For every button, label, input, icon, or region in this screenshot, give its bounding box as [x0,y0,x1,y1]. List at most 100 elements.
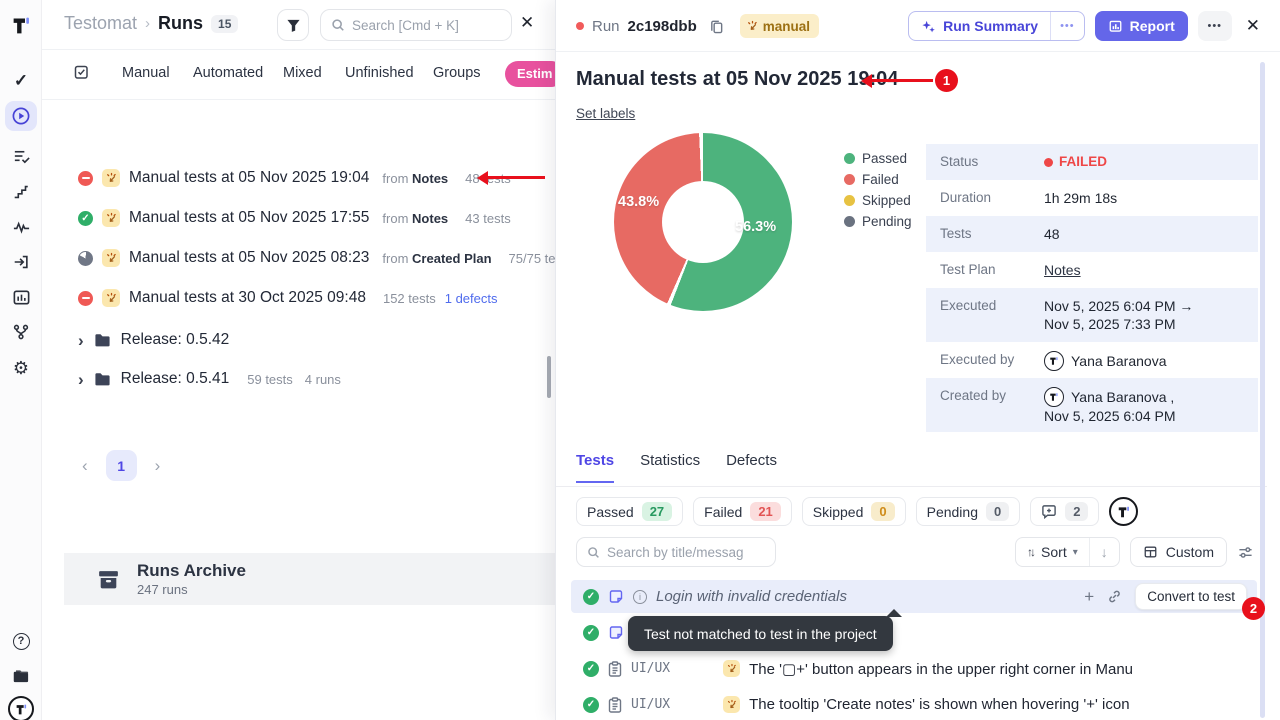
manual-run-icon [723,660,740,677]
tab-defects[interactable]: Defects [726,452,777,483]
page-next-icon[interactable]: › [151,456,165,476]
tests-search-box[interactable] [576,537,776,567]
runs-archive-bar[interactable]: Runs Archive 247 runs [64,553,555,605]
passed-check-icon: ✓ [583,697,599,713]
tab-statistics[interactable]: Statistics [640,452,700,483]
tests-toolbar: ↑↓ Sort ▾ ↓ Custom [556,537,1280,567]
sliders-settings-icon[interactable] [1237,545,1254,560]
activity-pulse-icon[interactable] [0,214,42,240]
executed-by-value: Yana Baranova [1044,342,1166,371]
folder-icon [94,372,111,387]
tab-mixed[interactable]: Mixed [283,65,322,81]
tab-groups[interactable]: Groups [433,65,481,81]
app-logo-icon[interactable] [0,12,42,38]
tab-manual[interactable]: Manual [122,65,170,81]
run-row[interactable]: ✓ Manual tests at 05 Nov 2025 17:55 from… [78,205,511,231]
close-panel-icon[interactable]: ✕ [1246,16,1260,36]
release-folder-row[interactable]: › Release: 0.5.41 59 tests 4 runs [78,367,341,391]
folder-runs-count: 4 runs [305,372,341,387]
tests-check-icon[interactable]: ✓ [0,68,42,94]
sort-button[interactable]: ↑↓ Sort ▾ [1016,538,1089,566]
chip-pending[interactable]: Pending0 [916,497,1021,526]
info-row-tests: Tests 48 [926,216,1258,252]
page-prev-icon[interactable]: ‹ [78,456,92,476]
manual-run-icon [102,209,120,227]
runs-search-box[interactable] [320,9,512,41]
left-panel-scrollbar[interactable] [547,356,551,398]
more-actions-button[interactable]: ••• [1198,11,1232,41]
status-failed-icon [78,171,93,186]
runs-play-icon[interactable] [0,103,42,129]
run-detail-header: Run 2c198dbb manual Run Summary ••• [556,0,1280,52]
executed-range-value: Nov 5, 2025 6:04 PM →Nov 5, 2025 7:33 PM [1044,288,1193,333]
info-row-status: Status FAILED [926,144,1258,180]
runs-header: Testomat › Runs 15 ✕ [42,0,555,50]
search-close-icon[interactable]: ✕ [520,13,534,33]
folder-title: Release: 0.5.42 [121,331,230,349]
run-summary-more-icon[interactable]: ••• [1050,12,1084,40]
chip-failed[interactable]: Failed21 [693,497,792,526]
pull-requests-icon[interactable] [0,249,42,275]
chevron-down-icon: ▾ [1073,547,1078,558]
chip-skipped[interactable]: Skipped0 [802,497,906,526]
run-defects-link[interactable]: 1 defects [445,291,498,306]
report-button[interactable]: Report [1095,11,1188,41]
legend-dot-pending [844,216,855,227]
legend-label: Skipped [862,193,911,208]
page-number-button[interactable]: 1 [106,450,137,481]
milestones-steps-icon[interactable] [0,179,42,205]
run-summary-button[interactable]: Run Summary [909,12,1050,40]
skipped-count-badge: 0 [871,502,894,521]
select-all-icon[interactable] [72,63,90,85]
breadcrumb-separator: › [145,15,150,32]
chip-passed[interactable]: Passed27 [576,497,683,526]
tab-unfinished[interactable]: Unfinished [345,65,414,81]
tab-estimate-pill[interactable]: Estim [505,61,555,87]
chevron-right-icon[interactable]: › [78,371,84,388]
chip-comments[interactable]: 2 [1030,497,1099,526]
test-row-note[interactable]: ✓ i Login with invalid credentials + Con… [571,580,1257,613]
set-labels-link[interactable]: Set labels [576,106,635,121]
passed-check-icon: ✓ [583,625,599,641]
test-plan-link[interactable]: Notes [1044,262,1081,278]
archive-title: Runs Archive [137,561,246,581]
folder-title: Release: 0.5.41 [121,370,230,388]
run-row[interactable]: Manual tests at 05 Nov 2025 08:23 from C… [78,245,555,271]
branches-icon[interactable] [0,319,42,345]
sort-direction-button[interactable]: ↓ [1089,538,1119,566]
copy-icon[interactable] [709,19,724,34]
detail-panel-scrollbar[interactable] [1260,62,1265,718]
assignee-avatar[interactable] [1109,497,1138,526]
custom-columns-button[interactable]: Custom [1130,537,1227,567]
run-row[interactable]: Manual tests at 05 Nov 2025 19:04 from N… [78,165,511,191]
legend-dot-failed [844,174,855,185]
failed-count-badge: 21 [750,502,780,521]
tab-automated[interactable]: Automated [193,65,263,81]
tests-search-input[interactable] [607,545,757,560]
analytics-chart-icon[interactable] [0,284,42,310]
user-avatar[interactable] [0,696,42,720]
filter-funnel-button[interactable] [277,9,309,41]
settings-gear-icon[interactable]: ⚙ [0,355,42,381]
add-icon[interactable]: + [1084,587,1094,607]
documentation-folders-icon[interactable] [0,663,42,689]
help-icon[interactable]: ? [0,628,42,654]
annotation-arrow-1 [871,79,933,82]
tab-tests[interactable]: Tests [576,452,614,483]
breadcrumb-project[interactable]: Testomat [64,13,137,34]
release-folder-row[interactable]: › Release: 0.5.42 [78,328,229,352]
run-source: from Notes [382,211,448,226]
runs-search-input[interactable] [352,18,492,33]
convert-to-test-button[interactable]: Convert to test [1135,583,1247,610]
passed-check-icon: ✓ [583,589,599,605]
run-row[interactable]: Manual tests at 30 Oct 2025 09:48 152 te… [78,285,498,311]
folder-tests-count: 59 tests [247,372,293,387]
info-icon: i [633,590,647,604]
chevron-right-icon[interactable]: › [78,332,84,349]
runs-count-badge: 15 [211,15,238,33]
test-row[interactable]: ✓ UI/UX The tooltip 'Create notes' is sh… [571,688,1257,720]
test-row[interactable]: ✓ UI/UX The '▢+' button appears in the u… [571,652,1257,685]
link-icon[interactable] [1107,589,1122,604]
plans-list-icon[interactable] [0,143,42,169]
run-info-table: Status FAILED Duration 1h 29m 18s Tests … [926,144,1258,432]
